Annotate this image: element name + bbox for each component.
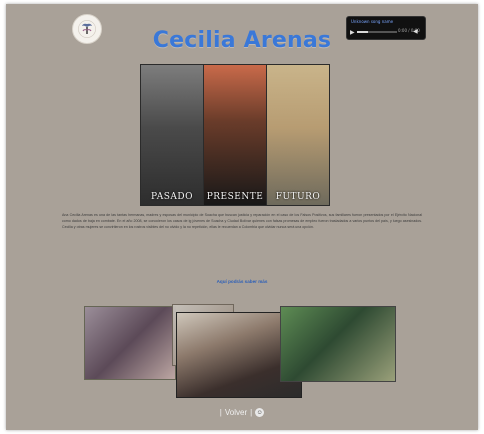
gallery-photo[interactable] (84, 306, 176, 380)
footer: | Volver | ☺ (6, 408, 478, 417)
photo-gallery (84, 304, 396, 398)
panel-label: PRESENTE (206, 192, 264, 202)
progress-bar[interactable] (357, 31, 397, 33)
footer-separator: | (250, 408, 253, 417)
panel-label: PASADO (151, 192, 193, 202)
progress-fill (357, 31, 369, 33)
audio-player[interactable]: Unknown song name ▶ 0:00 / 0:00 ◀ (346, 16, 426, 40)
gallery-photo[interactable] (280, 306, 396, 382)
panel-pasado[interactable]: PASADO (140, 64, 204, 206)
page-frame: Cecilia Arenas Unknown song name ▶ 0:00 … (6, 4, 478, 430)
back-link[interactable]: Volver (225, 408, 247, 417)
bio-text: Ana Cecilia Arenas es una de las tantas … (62, 213, 422, 229)
panel-presente[interactable]: PRESENTE (203, 64, 267, 206)
triptych-panels: PASADO PRESENTE FUTURO (140, 64, 330, 206)
circle-icon[interactable]: ☺ (255, 408, 265, 417)
play-icon[interactable]: ▶ (350, 29, 355, 36)
panel-label: FUTURO (275, 192, 321, 202)
player-song: Unknown song name (351, 19, 394, 24)
more-link[interactable]: Aquí podrás saber más (6, 279, 478, 284)
volume-icon[interactable]: ◀ (413, 28, 418, 35)
footer-separator: | (219, 408, 222, 417)
panel-futuro[interactable]: FUTURO (266, 64, 330, 206)
